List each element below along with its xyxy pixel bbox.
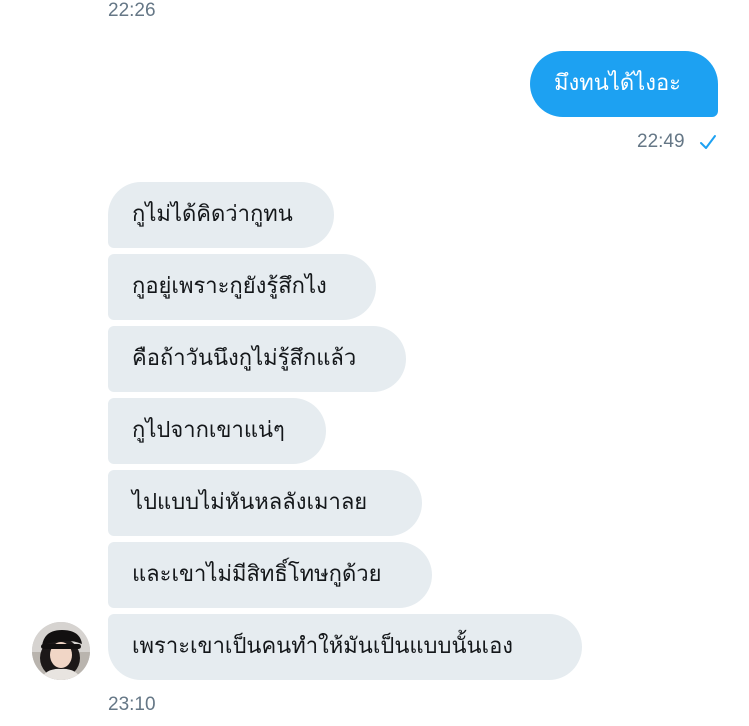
avatar-image	[32, 622, 90, 680]
received-message-text: กูไม่ได้คิดว่ากูทน	[132, 202, 293, 227]
sent-message-timestamp: 22:49	[637, 131, 685, 152]
received-message-bubble[interactable]: ไปแบบไม่หันหลลังเมาลย	[108, 470, 422, 536]
received-message-bubble[interactable]: กูอยู่เพราะกูยังรู้สึกไง	[108, 254, 376, 320]
received-message-text: กูอยู่เพราะกูยังรู้สึกไง	[132, 274, 327, 299]
received-message-text: คือถ้าวันนึงกูไม่รู้สึกแล้ว	[132, 346, 357, 371]
received-message-text: และเขาไม่มีสิทธิ์โทษกูด้วย	[132, 562, 382, 587]
received-message-bubble[interactable]: เพราะเขาเป็นคนทำให้มันเป็นแบบนั้นเอง	[108, 614, 582, 680]
checkmark-icon	[700, 135, 716, 149]
user-avatar[interactable]	[32, 622, 90, 680]
sent-message-bubble[interactable]: มึงทนได้ไงอะ	[530, 51, 718, 117]
sent-message-text: มึงทนได้ไงอะ	[554, 71, 681, 96]
received-message-text: กูไปจากเขาแน่ๆ	[132, 418, 285, 443]
received-message-text: ไปแบบไม่หันหลลังเมาลย	[132, 490, 368, 515]
received-message-bubble[interactable]: และเขาไม่มีสิทธิ์โทษกูด้วย	[108, 542, 432, 608]
received-message-text: เพราะเขาเป็นคนทำให้มันเป็นแบบนั้นเอง	[132, 634, 514, 659]
received-message-bubble[interactable]: คือถ้าวันนึงกูไม่รู้สึกแล้ว	[108, 326, 406, 392]
received-message-bubble[interactable]: กูไปจากเขาแน่ๆ	[108, 398, 326, 464]
message-timestamp-top: 22:26	[108, 0, 156, 21]
received-message-bubble[interactable]: กูไม่ได้คิดว่ากูทน	[108, 182, 334, 248]
message-timestamp-bottom: 23:10	[108, 694, 156, 715]
